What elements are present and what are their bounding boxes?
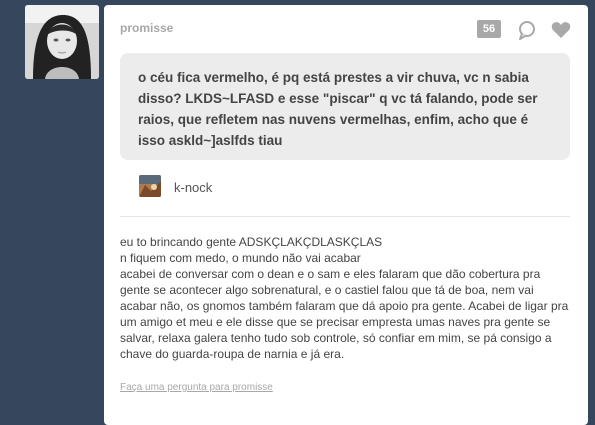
blog-avatar[interactable] — [25, 5, 99, 79]
answer-line: n fiquem com medo, o mundo não vai acaba… — [120, 251, 361, 265]
speech-bubble-icon[interactable] — [517, 20, 537, 40]
asker-avatar[interactable] — [139, 175, 161, 197]
divider — [120, 216, 570, 217]
ask-question-link[interactable]: Faça uma pergunta para promisse — [120, 382, 273, 393]
answer-line: acabei de conversar com o dean e o sam e… — [120, 267, 569, 361]
post-username[interactable]: promisse — [120, 21, 173, 35]
asker-name[interactable]: k-nock — [174, 180, 212, 195]
answer-line: eu to brincando gente ADSKÇLAKÇDLASKÇLAS — [120, 235, 383, 249]
question-text: o céu fica vermelho, é pq está prestes a… — [138, 70, 538, 148]
ask-post-card: promisse 56 o céu fica vermelho, é pq es… — [104, 5, 588, 425]
note-count-badge[interactable]: 56 — [477, 20, 501, 38]
answer-body: eu to brincando gente ADSKÇLAKÇDLASKÇLAS… — [120, 234, 570, 362]
heart-icon[interactable] — [551, 21, 571, 39]
question-bubble: o céu fica vermelho, é pq está prestes a… — [120, 53, 570, 160]
